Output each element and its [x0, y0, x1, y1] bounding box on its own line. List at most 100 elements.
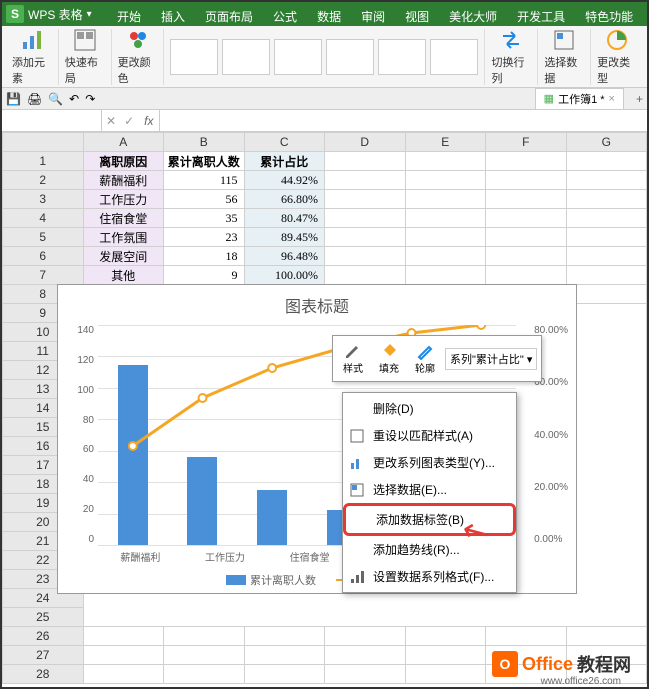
cell[interactable]: 23 [164, 228, 245, 247]
cell[interactable] [244, 627, 325, 646]
row-header[interactable]: 6 [3, 247, 84, 266]
tab-home[interactable]: 开始 [107, 6, 151, 27]
cell[interactable] [244, 646, 325, 665]
cell[interactable]: 100.00% [244, 266, 325, 285]
cell[interactable] [164, 627, 245, 646]
cell[interactable] [325, 209, 406, 228]
add-element-button[interactable]: 添加元素 [12, 28, 52, 86]
cell[interactable] [566, 266, 647, 285]
col-header-a[interactable]: A [83, 133, 164, 152]
row-header[interactable]: 3 [3, 190, 84, 209]
col-header-c[interactable]: C [244, 133, 325, 152]
cell[interactable]: 18 [164, 247, 245, 266]
row-header[interactable]: 2 [3, 171, 84, 190]
cell[interactable] [405, 627, 486, 646]
fx-cancel-icon[interactable]: ✕ [102, 114, 120, 128]
change-type-button[interactable]: 更改类型 [597, 28, 637, 86]
cell[interactable]: 住宿食堂 [83, 209, 164, 228]
cell[interactable]: 累计离职人数 [164, 152, 245, 171]
cell[interactable] [83, 627, 164, 646]
cell[interactable]: 工作压力 [83, 190, 164, 209]
chart-preset-3[interactable] [274, 39, 322, 75]
cell[interactable] [325, 228, 406, 247]
switch-rowcol-button[interactable]: 切换行列 [491, 28, 531, 86]
fill-button[interactable]: 填充 [373, 340, 405, 377]
cell[interactable] [486, 209, 567, 228]
cell[interactable]: 工作氛围 [83, 228, 164, 247]
col-header-g[interactable]: G [566, 133, 647, 152]
tab-review[interactable]: 审阅 [351, 6, 395, 27]
row-header[interactable]: 1 [3, 152, 84, 171]
tab-insert[interactable]: 插入 [151, 6, 195, 27]
cell[interactable] [325, 190, 406, 209]
cell[interactable] [405, 152, 486, 171]
doc-tab-close[interactable]: × [609, 93, 615, 105]
select-all-corner[interactable] [3, 133, 84, 152]
doc-tab-add[interactable]: + [636, 92, 643, 106]
row-header[interactable]: 7 [3, 266, 84, 285]
cell[interactable] [405, 266, 486, 285]
qa-print-icon[interactable]: 🖨 [27, 92, 42, 106]
style-button[interactable]: 样式 [337, 340, 369, 377]
outline-button[interactable]: 轮廓 [409, 340, 441, 377]
menu-delete[interactable]: 删除(D) [343, 395, 516, 422]
chart-preset-4[interactable] [326, 39, 374, 75]
cell[interactable] [405, 209, 486, 228]
doc-tab[interactable]: ▦ 工作簿1 * × [535, 88, 624, 110]
quick-layout-button[interactable]: 快速布局 [65, 28, 105, 86]
cell[interactable]: 44.92% [244, 171, 325, 190]
cell[interactable] [566, 285, 647, 304]
tab-view[interactable]: 视图 [395, 6, 439, 27]
cell[interactable] [486, 190, 567, 209]
cell[interactable] [325, 171, 406, 190]
cell[interactable] [164, 646, 245, 665]
cell[interactable]: 9 [164, 266, 245, 285]
cell[interactable]: 89.45% [244, 228, 325, 247]
cell[interactable] [405, 646, 486, 665]
cell[interactable] [566, 171, 647, 190]
cell[interactable] [566, 209, 647, 228]
cell[interactable] [83, 646, 164, 665]
row-header[interactable]: 25 [3, 608, 84, 627]
menu-change-chart-type[interactable]: 更改系列图表类型(Y)... [343, 449, 516, 476]
qa-undo-icon[interactable]: ↶ [69, 92, 79, 106]
cell[interactable] [325, 646, 406, 665]
row-header[interactable]: 26 [3, 627, 84, 646]
cell[interactable]: 离职原因 [83, 152, 164, 171]
cell[interactable] [325, 266, 406, 285]
chart-preset-1[interactable] [170, 39, 218, 75]
tab-special[interactable]: 特色功能 [575, 6, 643, 27]
qa-preview-icon[interactable]: 🔍 [48, 92, 63, 106]
cell[interactable] [405, 247, 486, 266]
cell[interactable] [486, 152, 567, 171]
tab-data[interactable]: 数据 [307, 6, 351, 27]
cell[interactable]: 薪酬福利 [83, 171, 164, 190]
chart-preset-2[interactable] [222, 39, 270, 75]
change-color-button[interactable]: 更改颜色 [118, 28, 158, 86]
cell[interactable] [566, 247, 647, 266]
col-header-d[interactable]: D [325, 133, 406, 152]
cell[interactable] [486, 266, 567, 285]
series-selector[interactable]: 系列"累计占比" ▾ [445, 348, 537, 370]
row-header[interactable]: 27 [3, 646, 84, 665]
cell[interactable]: 56 [164, 190, 245, 209]
tab-formula[interactable]: 公式 [263, 6, 307, 27]
cell[interactable] [325, 152, 406, 171]
cell[interactable] [486, 228, 567, 247]
cell[interactable]: 发展空间 [83, 247, 164, 266]
chart-title[interactable]: 图表标题 [58, 285, 576, 325]
chart-preset-6[interactable] [430, 39, 478, 75]
tab-beautify[interactable]: 美化大师 [439, 6, 507, 27]
qa-redo-icon[interactable]: ↷ [85, 92, 95, 106]
cell[interactable] [566, 228, 647, 247]
cell[interactable]: 80.47% [244, 209, 325, 228]
cell[interactable]: 累计占比 [244, 152, 325, 171]
row-header[interactable]: 28 [3, 665, 84, 684]
title-dropdown-icon[interactable]: ▾ [87, 9, 92, 20]
qa-save-icon[interactable]: 💾 [6, 92, 21, 106]
cell[interactable] [244, 665, 325, 684]
cell[interactable] [566, 152, 647, 171]
cell[interactable]: 66.80% [244, 190, 325, 209]
menu-select-data[interactable]: 选择数据(E)... [343, 476, 516, 503]
legend-item-bar[interactable]: 累计离职人数 [226, 572, 316, 588]
